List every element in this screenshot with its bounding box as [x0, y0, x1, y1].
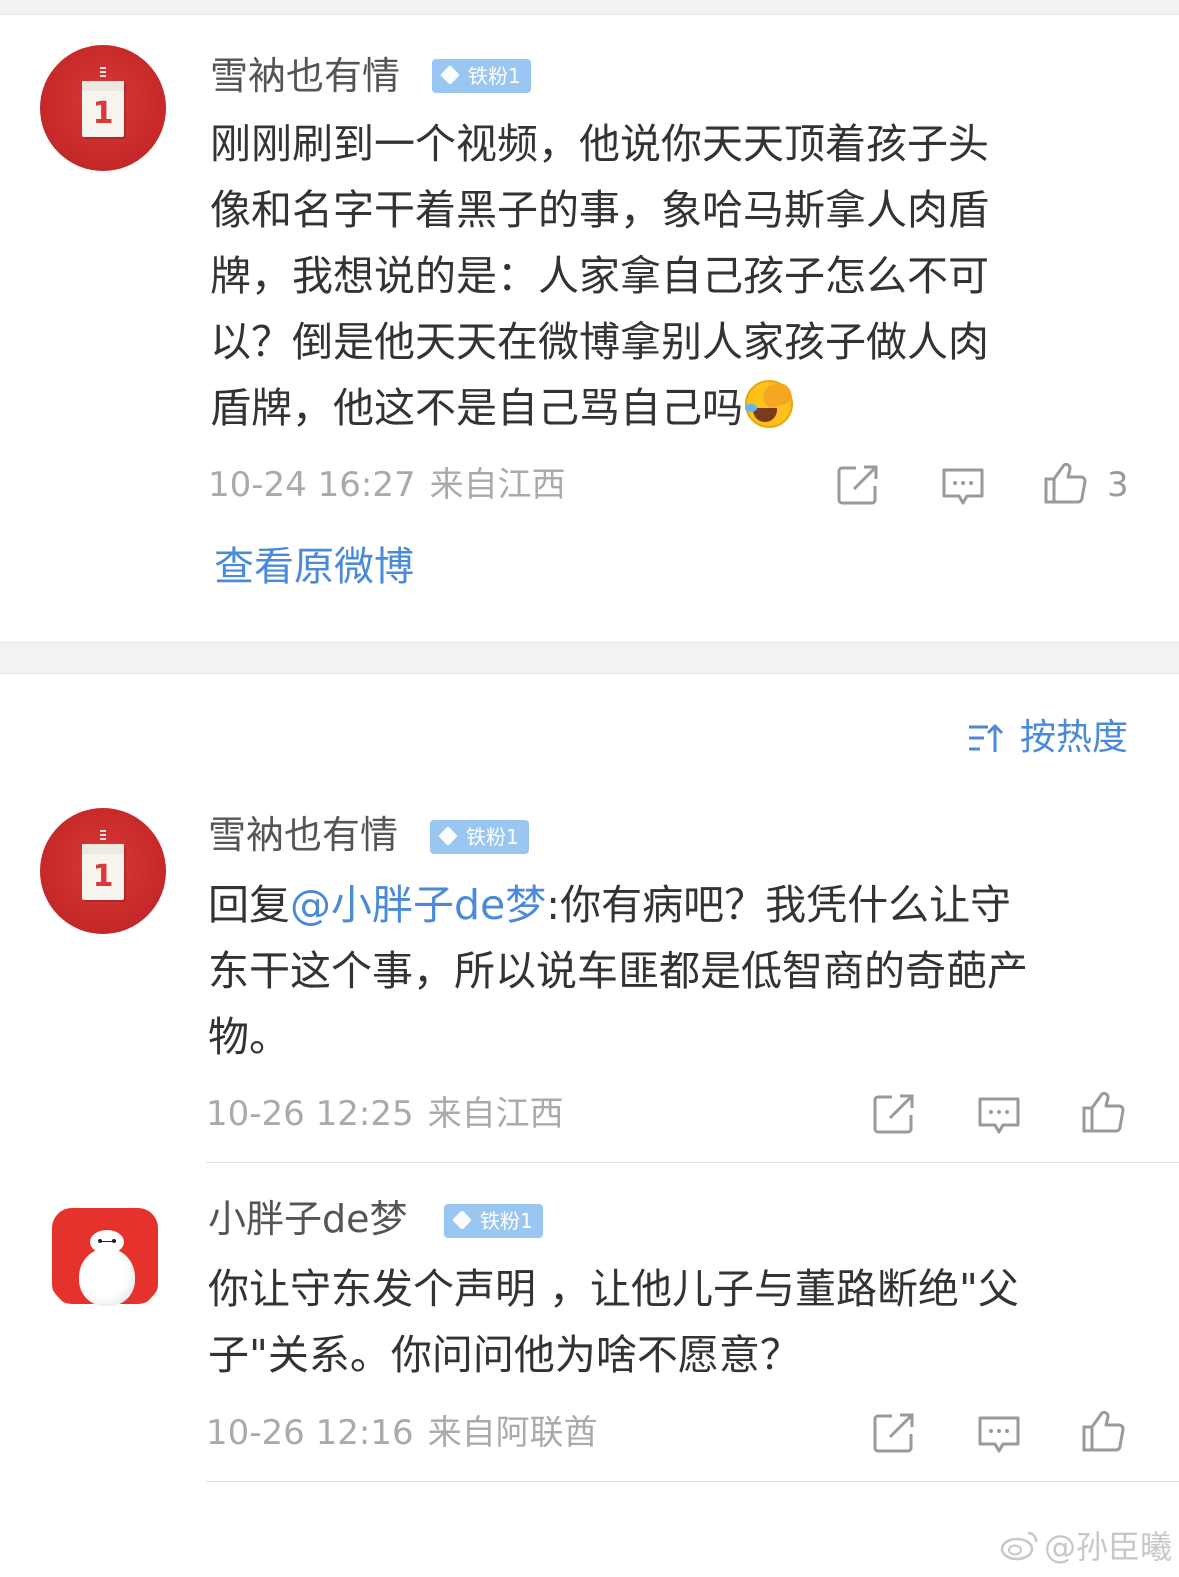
- like-button[interactable]: [1042, 461, 1088, 505]
- reply-line: 东干这个事，所以说车匪都是低智商的奇葩产: [208, 947, 1028, 995]
- like-button[interactable]: [1080, 1409, 1126, 1453]
- user-name[interactable]: 雪衲也有情: [210, 53, 400, 99]
- row-divider: [206, 1481, 1179, 1482]
- share-button[interactable]: [872, 1411, 918, 1455]
- avatar[interactable]: [42, 1192, 168, 1318]
- calendar-decoration: [98, 65, 108, 79]
- row-divider: [206, 1162, 1179, 1163]
- calendar-number: 1: [92, 96, 114, 131]
- fan-badge-label: 铁粉1: [468, 64, 521, 88]
- comment-text[interactable]: 刚刚刷到一个视频，他说你天天顶着孩子头 像和名字干着黑子的事，象哈马斯拿人肉盾 …: [210, 111, 1170, 441]
- share-icon: [837, 465, 878, 505]
- user-name[interactable]: 雪衲也有情: [208, 812, 398, 858]
- comment-icon: [942, 468, 984, 505]
- calendar-icon: 1: [82, 844, 124, 900]
- timestamp: 10-26 12:16: [206, 1413, 414, 1453]
- share-button[interactable]: [836, 463, 882, 507]
- reply-text[interactable]: 你让守东发个声明 ，让他儿子与董路断绝"父 子"关系。你问问他为啥不愿意？: [208, 1256, 1168, 1388]
- comment-line: 以？倒是他天天在微博拿别人家孩子做人肉: [210, 318, 989, 366]
- section-divider: [0, 642, 1179, 674]
- comment-line: 盾牌，他这不是自己骂自己吗: [210, 375, 1170, 441]
- like-icon: [1082, 1410, 1125, 1452]
- weibo-logo-icon: [1000, 1531, 1038, 1561]
- reply-prefix: 回复: [208, 881, 290, 929]
- comment-icon: [978, 1097, 1020, 1134]
- location: 来自阿联酋: [427, 1413, 598, 1453]
- location: 来自江西: [429, 465, 566, 505]
- timestamp: 10-24 16:27: [208, 465, 416, 505]
- reply-line-text: :你有病吧？我凭什么让守: [546, 881, 1012, 929]
- mention-link[interactable]: @小胖子de梦: [290, 881, 546, 929]
- comment-button[interactable]: [976, 1413, 1022, 1457]
- user-name[interactable]: 小胖子de梦: [208, 1196, 408, 1242]
- calendar-decoration: [98, 828, 108, 842]
- reply-line: 你让守东发个声明 ，让他儿子与董路断绝"父: [208, 1265, 1019, 1313]
- fan-badge[interactable]: 铁粉1: [444, 1204, 543, 1238]
- diamond-icon: [452, 1210, 472, 1230]
- comment-line: 像和名字干着黑子的事，象哈马斯拿人肉盾: [210, 186, 989, 234]
- comment-icon: [978, 1416, 1020, 1453]
- share-icon: [873, 1413, 914, 1453]
- fan-badge[interactable]: 铁粉1: [432, 59, 531, 93]
- watermark: @孙臣曦: [1000, 1522, 1172, 1568]
- reply-text[interactable]: 回复@小胖子de梦:你有病吧？我凭什么让守 东干这个事，所以说车匪都是低智商的奇…: [208, 872, 1168, 1070]
- like-icon: [1082, 1091, 1125, 1133]
- comment-line: 刚刚刷到一个视频，他说你天天顶着孩子头: [210, 120, 989, 168]
- robot-body: [79, 1248, 135, 1306]
- fan-badge[interactable]: 铁粉1: [430, 820, 529, 854]
- share-icon: [873, 1094, 914, 1134]
- location: 来自江西: [427, 1094, 564, 1134]
- reply-line: 物。: [208, 1013, 290, 1061]
- comment-line-text: 盾牌，他这不是自己骂自己吗: [210, 384, 743, 432]
- reply-line: 子"关系。你问问他为啥不愿意？: [208, 1331, 801, 1379]
- main-comment-card: 1 雪衲也有情 铁粉1 刚刚刷到一个视频，他说你天天顶着孩子头 像和名字干着黑子…: [0, 15, 1179, 642]
- robot-eyes: [98, 1239, 116, 1243]
- laughing-crying-emoji-icon: [743, 378, 795, 430]
- view-original-link[interactable]: 查看原微博: [214, 543, 414, 591]
- calendar-number: 1: [92, 859, 114, 894]
- fan-badge-label: 铁粉1: [480, 1209, 533, 1233]
- sort-label: 按热度: [1020, 717, 1129, 758]
- comment-meta: 10-26 12:16 来自阿联酋: [206, 1413, 598, 1453]
- like-button[interactable]: [1080, 1090, 1126, 1134]
- comment-line: 牌，我想说的是：人家拿自己孩子怎么不可: [210, 252, 989, 300]
- reply-line: 回复@小胖子de梦:你有病吧？我凭什么让守: [208, 872, 1168, 938]
- timestamp: 10-26 12:25: [206, 1094, 414, 1134]
- fan-badge-label: 铁粉1: [466, 825, 519, 849]
- comment-meta: 10-24 16:27 来自江西: [208, 465, 566, 505]
- sort-by-heat-button[interactable]: 按热度: [966, 715, 1128, 761]
- sort-icon: [969, 723, 1004, 752]
- comment-button[interactable]: [976, 1094, 1022, 1138]
- diamond-icon: [440, 65, 460, 85]
- avatar[interactable]: 1: [40, 808, 166, 934]
- share-button[interactable]: [872, 1092, 918, 1136]
- calendar-icon: 1: [82, 81, 124, 137]
- robot-avatar-tile: [52, 1208, 158, 1306]
- diamond-icon: [438, 826, 458, 846]
- comment-meta: 10-26 12:25 来自江西: [206, 1094, 564, 1134]
- top-strip: [0, 0, 1179, 15]
- like-count: 3: [1107, 465, 1129, 505]
- avatar[interactable]: 1: [40, 45, 166, 171]
- like-icon: [1044, 462, 1087, 504]
- watermark-text: @孙臣曦: [1044, 1528, 1173, 1566]
- comment-button[interactable]: [940, 465, 986, 509]
